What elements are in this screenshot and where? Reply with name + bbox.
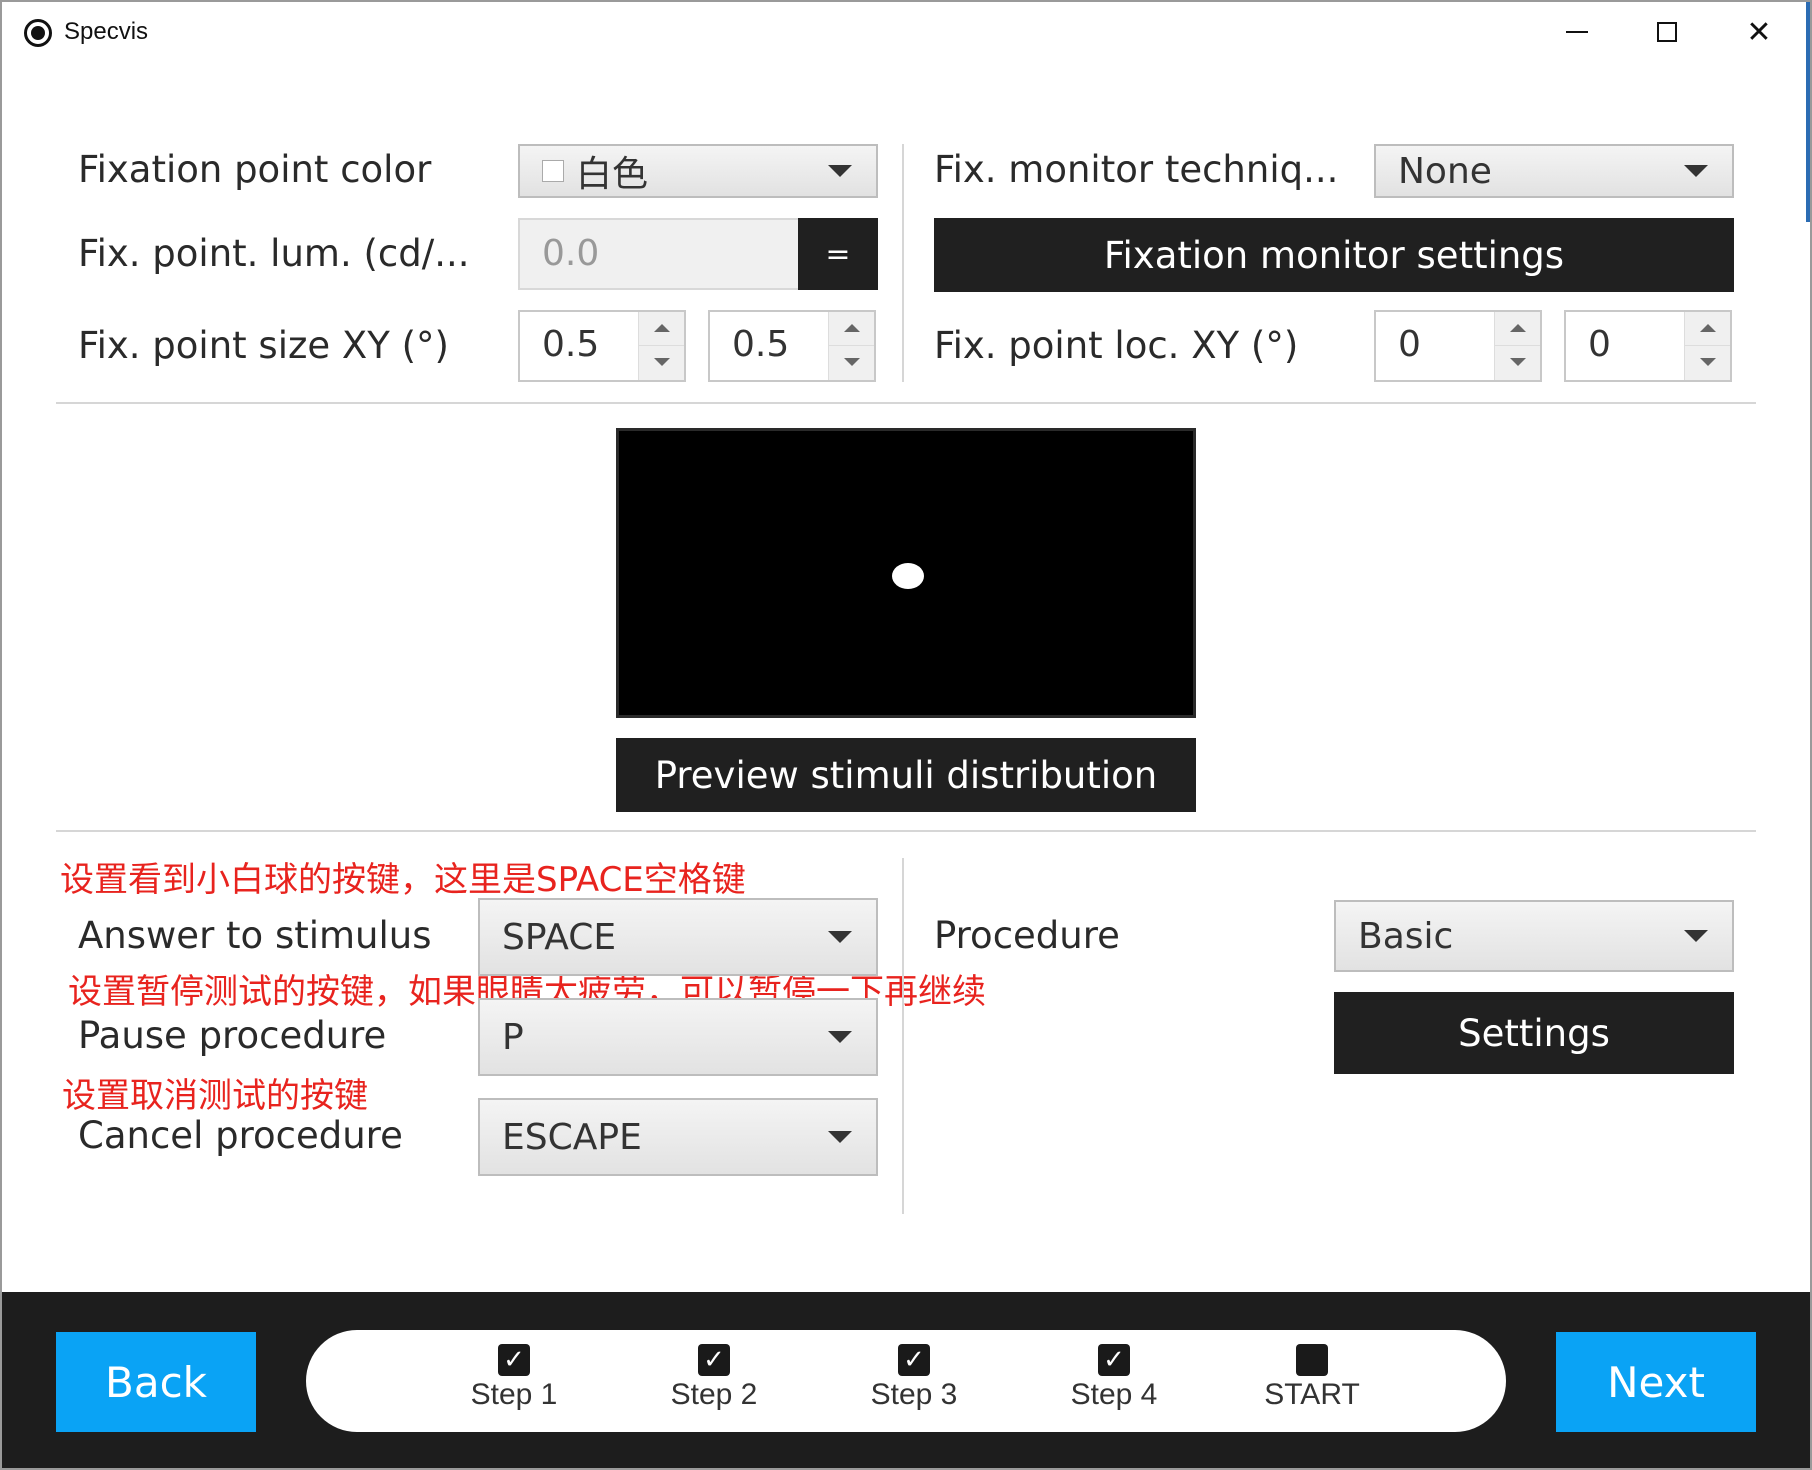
fixation-point-dot xyxy=(892,563,924,589)
preview-stimuli-button[interactable]: Preview stimuli distribution xyxy=(616,738,1196,812)
fixation-monitor-select[interactable]: None xyxy=(1374,144,1734,198)
color-swatch xyxy=(542,160,564,182)
fixation-location-y-spinner[interactable]: 0 xyxy=(1564,310,1732,382)
fixation-location-x-value: 0 xyxy=(1398,324,1421,365)
decrement-icon[interactable] xyxy=(1684,346,1730,380)
app-eye-icon xyxy=(24,19,52,47)
fixation-location-y-value: 0 xyxy=(1588,324,1611,365)
step-label: START xyxy=(1264,1378,1360,1411)
step-start[interactable]: START xyxy=(1242,1344,1382,1412)
section-divider xyxy=(902,858,904,1214)
fixation-color-value: 白色 xyxy=(576,154,649,195)
section-divider xyxy=(902,144,904,382)
minimize-icon xyxy=(1566,31,1588,33)
checked-checkbox-icon: ✓ xyxy=(698,1344,730,1376)
decrement-icon[interactable] xyxy=(1494,346,1540,380)
title-bar: Specvis ✕ xyxy=(2,2,1810,64)
fixation-size-y-value: 0.5 xyxy=(732,324,790,365)
section-divider xyxy=(56,402,1756,404)
fixation-monitor-label: Fix. monitor techniq... xyxy=(934,148,1339,191)
cancel-key-value: ESCAPE xyxy=(502,1116,642,1158)
minimize-button[interactable] xyxy=(1532,2,1622,62)
annotation-answer: 设置看到小白球的按键，这里是SPACE空格键 xyxy=(60,860,746,900)
chevron-down-icon xyxy=(1684,930,1708,942)
annotation-cancel: 设置取消测试的按键 xyxy=(62,1076,368,1116)
close-button[interactable]: ✕ xyxy=(1714,2,1804,62)
fixation-size-x-spinner[interactable]: 0.5 xyxy=(518,310,686,382)
cancel-key-select[interactable]: ESCAPE xyxy=(478,1098,878,1176)
fixation-location-x-spinner[interactable]: 0 xyxy=(1374,310,1542,382)
procedure-select[interactable]: Basic xyxy=(1334,900,1734,972)
checked-checkbox-icon: ✓ xyxy=(898,1344,930,1376)
fixation-color-select[interactable]: 白色 xyxy=(518,144,878,198)
chevron-down-icon xyxy=(828,1031,852,1043)
fixation-color-label: Fixation point color xyxy=(78,148,432,191)
fixation-size-y-spinner[interactable]: 0.5 xyxy=(708,310,876,382)
answer-key-label: Answer to stimulus xyxy=(78,914,432,957)
step-4[interactable]: ✓ Step 4 xyxy=(1044,1344,1184,1412)
chevron-down-icon xyxy=(828,165,852,177)
step-progress-bar: ✓ Step 1 ✓ Step 2 ✓ Step 3 ✓ Step 4 STAR… xyxy=(306,1330,1506,1432)
chevron-down-icon xyxy=(1684,165,1708,177)
fixation-luminance-label: Fix. point. lum. (cd/... xyxy=(78,232,470,275)
procedure-value: Basic xyxy=(1358,915,1454,957)
pause-key-select[interactable]: P xyxy=(478,998,878,1076)
maximize-icon xyxy=(1657,22,1677,42)
step-label: Step 2 xyxy=(670,1378,758,1411)
increment-icon[interactable] xyxy=(1684,312,1730,346)
increment-icon[interactable] xyxy=(1494,312,1540,346)
fixation-size-x-value: 0.5 xyxy=(542,324,600,365)
increment-icon[interactable] xyxy=(828,312,874,346)
procedure-label: Procedure xyxy=(934,914,1120,957)
step-1[interactable]: ✓ Step 1 xyxy=(444,1344,584,1412)
procedure-settings-button[interactable]: Settings xyxy=(1334,992,1734,1074)
fixation-size-label: Fix. point size XY (°) xyxy=(78,324,449,367)
unchecked-checkbox-icon xyxy=(1296,1344,1328,1376)
increment-icon[interactable] xyxy=(638,312,684,346)
stimulus-preview-canvas xyxy=(616,428,1196,718)
specvis-window: Specvis ✕ Fixation point color 白色 Fix. p… xyxy=(0,0,1812,1470)
fixation-location-label: Fix. point loc. XY (°) xyxy=(934,324,1299,367)
fixation-monitor-value: None xyxy=(1398,150,1492,192)
decrement-icon[interactable] xyxy=(638,346,684,380)
answer-key-select[interactable]: SPACE xyxy=(478,898,878,976)
pause-key-label: Pause procedure xyxy=(78,1014,387,1057)
step-3[interactable]: ✓ Step 3 xyxy=(844,1344,984,1412)
cancel-key-label: Cancel procedure xyxy=(78,1114,403,1157)
checked-checkbox-icon: ✓ xyxy=(498,1344,530,1376)
decrement-icon[interactable] xyxy=(828,346,874,380)
luminance-equal-button[interactable]: = xyxy=(798,218,878,290)
step-label: Step 4 xyxy=(1070,1378,1158,1411)
next-button[interactable]: Next xyxy=(1556,1332,1756,1432)
section-divider xyxy=(56,830,1756,832)
close-icon: ✕ xyxy=(1746,14,1772,50)
answer-key-value: SPACE xyxy=(502,916,617,958)
chevron-down-icon xyxy=(828,1131,852,1143)
back-button[interactable]: Back xyxy=(56,1332,256,1432)
step-2[interactable]: ✓ Step 2 xyxy=(644,1344,784,1412)
fixation-monitor-settings-button[interactable]: Fixation monitor settings xyxy=(934,218,1734,292)
maximize-button[interactable] xyxy=(1622,2,1712,62)
chevron-down-icon xyxy=(828,931,852,943)
step-label: Step 1 xyxy=(470,1378,558,1411)
step-label: Step 3 xyxy=(870,1378,958,1411)
checked-checkbox-icon: ✓ xyxy=(1098,1344,1130,1376)
window-title: Specvis xyxy=(64,18,149,45)
pause-key-value: P xyxy=(502,1016,524,1058)
fixation-luminance-field[interactable]: 0.0 xyxy=(518,218,800,290)
